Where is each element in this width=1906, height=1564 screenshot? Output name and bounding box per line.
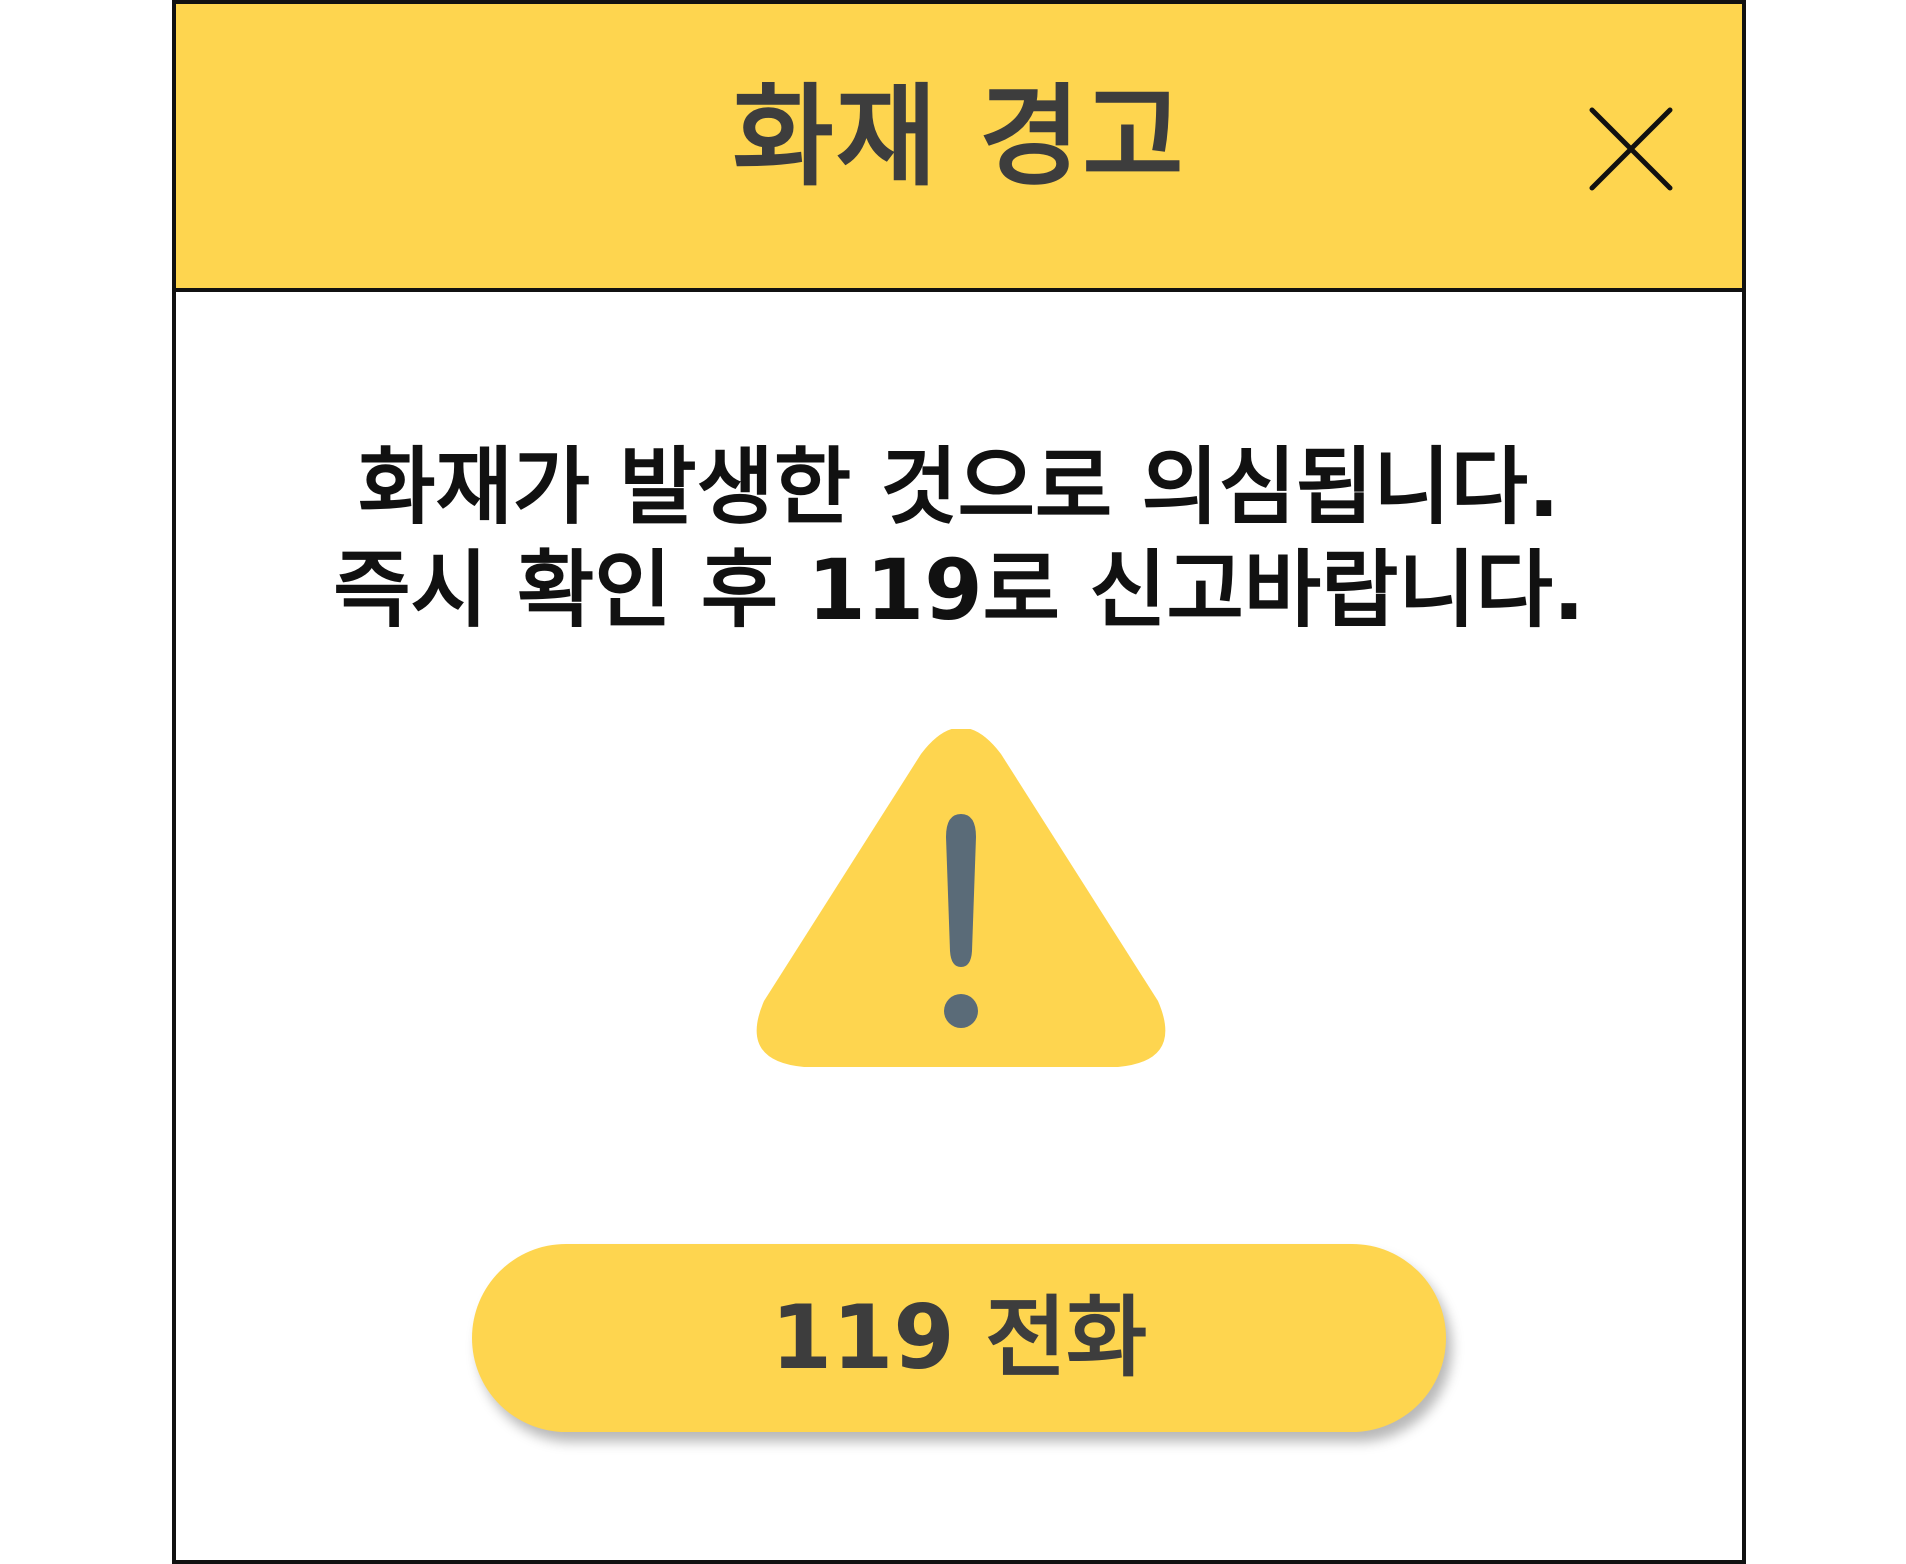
dialog-header: 화재 경고 [176,4,1742,292]
dialog-title: 화재 경고 [732,73,1186,201]
call-button-label: 119 전화 [770,1286,1148,1389]
alert-message-line-1: 화재가 발생한 것으로 의심됩니다. [358,438,1560,536]
close-button[interactable] [1586,104,1676,194]
call-119-button[interactable]: 119 전화 [472,1244,1446,1432]
alert-message-line-2: 즉시 확인 후 119로 신고바랍니다. [333,541,1585,639]
close-icon [1589,107,1673,191]
warning-triangle-icon [756,727,1166,1079]
alert-message: 화재가 발생한 것으로 의심됩니다. 즉시 확인 후 119로 신고바랍니다. [176,436,1742,642]
fire-alert-dialog: 화재 경고 화재가 발생한 것으로 의심됩니다. 즉시 확인 후 119로 신고… [172,0,1746,1564]
